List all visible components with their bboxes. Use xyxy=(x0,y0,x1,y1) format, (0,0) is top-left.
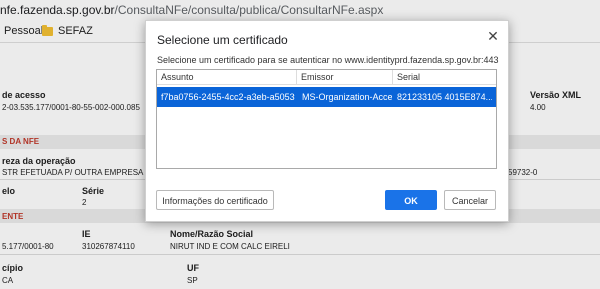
dialog-title: Selecione um certificado xyxy=(157,33,288,47)
column-header-emissor[interactable]: Emissor xyxy=(297,70,393,84)
column-header-serial[interactable]: Serial xyxy=(393,70,496,84)
column-header-assunto[interactable]: Assunto xyxy=(157,70,297,84)
cell-serial: 821233105 4015E874... xyxy=(397,92,492,102)
certificate-info-button[interactable]: Informações do certificado xyxy=(156,190,274,210)
cancel-button[interactable]: Cancelar xyxy=(444,190,496,210)
dialog-subtitle: Selecione um certificado para se autenti… xyxy=(157,55,499,65)
cell-assunto: f7ba0756-2455-4cc2-a3eb-a5053f8... xyxy=(161,92,295,102)
close-icon[interactable]: ✕ xyxy=(486,28,500,45)
certificate-list[interactable]: Assunto Emissor Serial f7ba0756-2455-4cc… xyxy=(156,69,497,169)
certificate-dialog: Selecione um certificado ✕ Selecione um … xyxy=(145,20,509,222)
list-header: Assunto Emissor Serial xyxy=(157,70,496,85)
ok-button[interactable]: OK xyxy=(385,190,437,210)
cell-emissor: MS-Organization-Access xyxy=(302,92,392,102)
certificate-row[interactable]: f7ba0756-2455-4cc2-a3eb-a5053f8... MS-Or… xyxy=(157,87,496,107)
